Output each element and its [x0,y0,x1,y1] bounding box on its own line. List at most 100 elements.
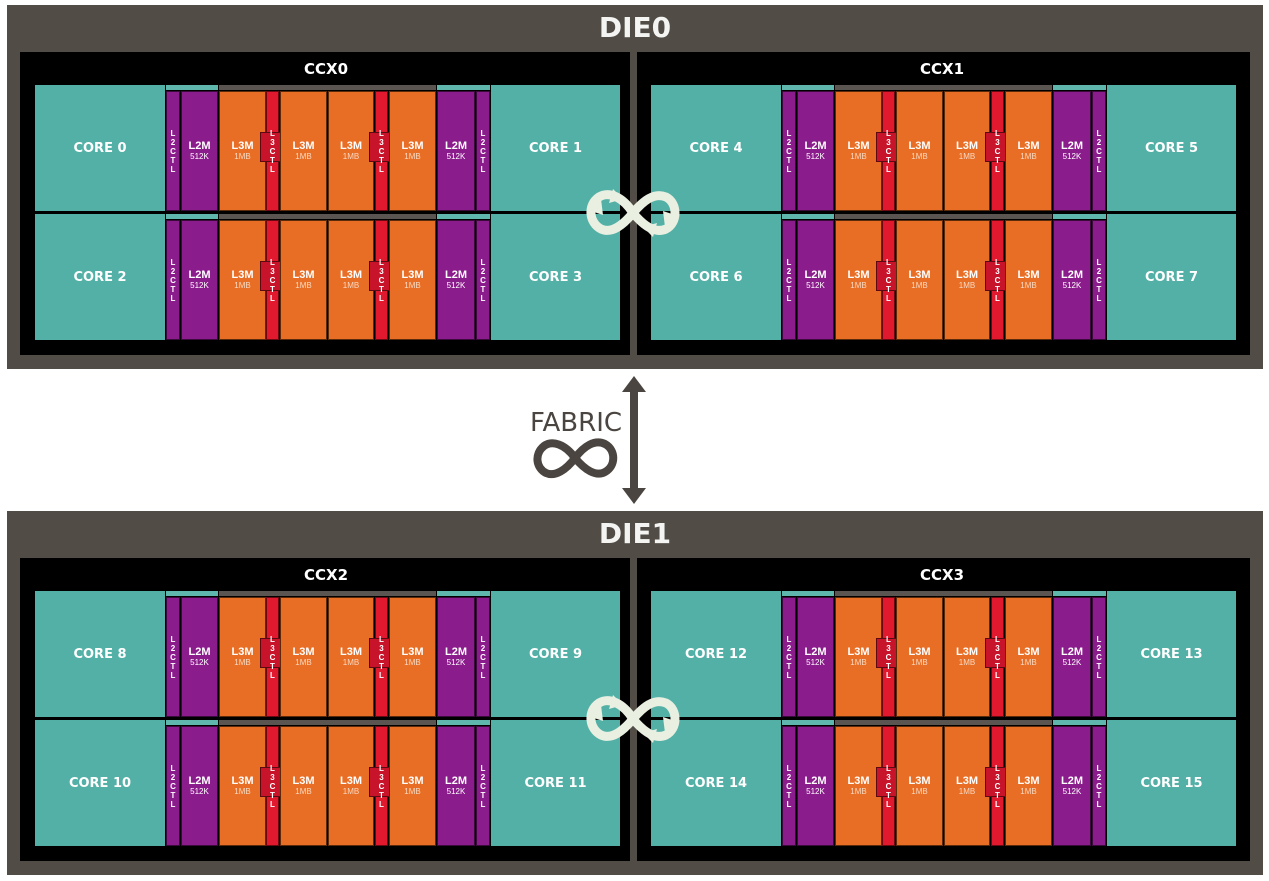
l3-controller: L3CTL [876,91,901,211]
l3-controller: L3CTL [985,597,1010,717]
l2-cache-block: L2M 512K [437,726,475,846]
l3-controller: L3CTL [260,726,285,846]
l3m-size: 1MB [850,658,867,667]
l2m-size: 512K [446,152,466,161]
l2-cache-block: L2M 512K [797,597,834,717]
fabric-infinity-icon [533,438,618,479]
l3m-size: 1MB [295,658,312,667]
l3m-label: L3M [231,140,254,152]
l2-controller: L2CTL [1092,597,1106,717]
l3m-label: L3M [908,269,931,281]
l2-controller: L2CTL [782,220,796,340]
l2-strip [166,214,218,219]
l3-strip [219,720,436,725]
l3m-label: L3M [908,775,931,787]
l3-strip [835,85,1052,90]
infinity-fabric-icon [586,695,680,743]
l2-controller: L2CTL [476,91,490,211]
l3-cache-block: L3M 1MB [944,597,990,717]
l3ctl-label: L3CTL [269,763,276,809]
l3ctl-label: L3CTL [885,634,892,680]
l3-strip [835,214,1052,219]
l3m-label: L3M [956,775,978,787]
l3-cache-block: L3M 1MB [389,726,436,846]
l3-cache-block: L3M 1MB [1005,597,1052,717]
l3-cache-block: L3M 1MB [389,597,436,717]
l3m-size: 1MB [234,281,251,290]
die-1: DIE1 CCX2 CORE 8 L2CTL L2M 512K L3M 1MB L3CTL L3M… [7,511,1263,875]
l3-cache-block: L3M 1MB [280,726,327,846]
l3m-size: 1MB [911,658,928,667]
l3m-size: 1MB [295,787,312,796]
l3-cache-block: L3M 1MB [328,91,374,211]
l2ctl-label: L2CTL [1096,763,1102,809]
core-block: CORE 8 [35,591,165,717]
l2m-label: L2M [445,775,467,787]
l3m-label: L3M [340,775,362,787]
l2-strip [1053,85,1106,90]
l2m-label: L2M [804,646,827,658]
l3m-label: L3M [956,140,978,152]
l2-controller: L2CTL [1092,726,1106,846]
l3m-size: 1MB [958,787,976,796]
l3-cache-block: L3M 1MB [328,726,374,846]
l3m-label: L3M [956,646,978,658]
l2-strip [437,214,490,219]
l2m-size: 512K [446,281,466,290]
l2-controller: L2CTL [782,726,796,846]
l3m-size: 1MB [850,152,867,161]
core-block: CORE 2 [35,214,165,340]
ccx-title: CCX3 [919,566,965,584]
l3-controller: L3CTL [260,220,285,340]
l2m-size: 512K [806,787,825,796]
l2-controller: L2CTL [782,91,796,211]
l2-strip [166,85,218,90]
l2-strip [782,214,834,219]
l2m-label: L2M [188,775,211,787]
l3m-size: 1MB [295,281,312,290]
l3m-label: L3M [401,269,424,281]
core-label: CORE 11 [524,775,587,791]
l2m-label: L2M [804,269,827,281]
l3m-label: L3M [847,646,870,658]
l3m-size: 1MB [1020,658,1037,667]
l2ctl-label: L2CTL [480,257,486,303]
l3m-label: L3M [847,140,870,152]
l2-cache-block: L2M 512K [797,726,834,846]
l2-cache-block: L2M 512K [181,91,218,211]
core-label: CORE 0 [73,140,127,156]
l3ctl-label: L3CTL [269,128,276,174]
l3m-size: 1MB [234,658,251,667]
l3m-label: L3M [292,775,315,787]
l3-cache-block: L3M 1MB [280,91,327,211]
l3ctl-label: L3CTL [269,257,276,303]
l2ctl-label: L2CTL [480,634,486,680]
l2-strip [1053,720,1106,725]
l2m-size: 512K [190,787,209,796]
l3m-label: L3M [1017,140,1040,152]
l3m-size: 1MB [911,281,928,290]
l3-controller: L3CTL [369,91,394,211]
fabric-label: FABRIC [529,408,623,438]
core-block: CORE 10 [35,720,165,846]
l2ctl-label: L2CTL [1096,634,1102,680]
l3-controller: L3CTL [876,220,901,340]
l3m-label: L3M [401,646,424,658]
l2ctl-label: L2CTL [480,763,486,809]
l2ctl-label: L2CTL [170,634,176,680]
l2-cache-block: L2M 512K [437,597,475,717]
l2ctl-label: L2CTL [786,128,792,174]
core-label: CORE 10 [68,775,132,791]
l3-controller: L3CTL [369,726,394,846]
l3m-label: L3M [401,775,424,787]
l2-cache-block: L2M 512K [797,91,834,211]
l2-cache-block: L2M 512K [1053,726,1091,846]
l3-cache-block: L3M 1MB [896,91,943,211]
l3m-size: 1MB [342,787,360,796]
l2-strip [782,591,834,596]
l2-controller: L2CTL [476,220,490,340]
l3-cache-block: L3M 1MB [219,220,266,340]
l2-cache-block: L2M 512K [1053,91,1091,211]
l2m-label: L2M [1061,140,1083,152]
l2m-label: L2M [1061,269,1083,281]
